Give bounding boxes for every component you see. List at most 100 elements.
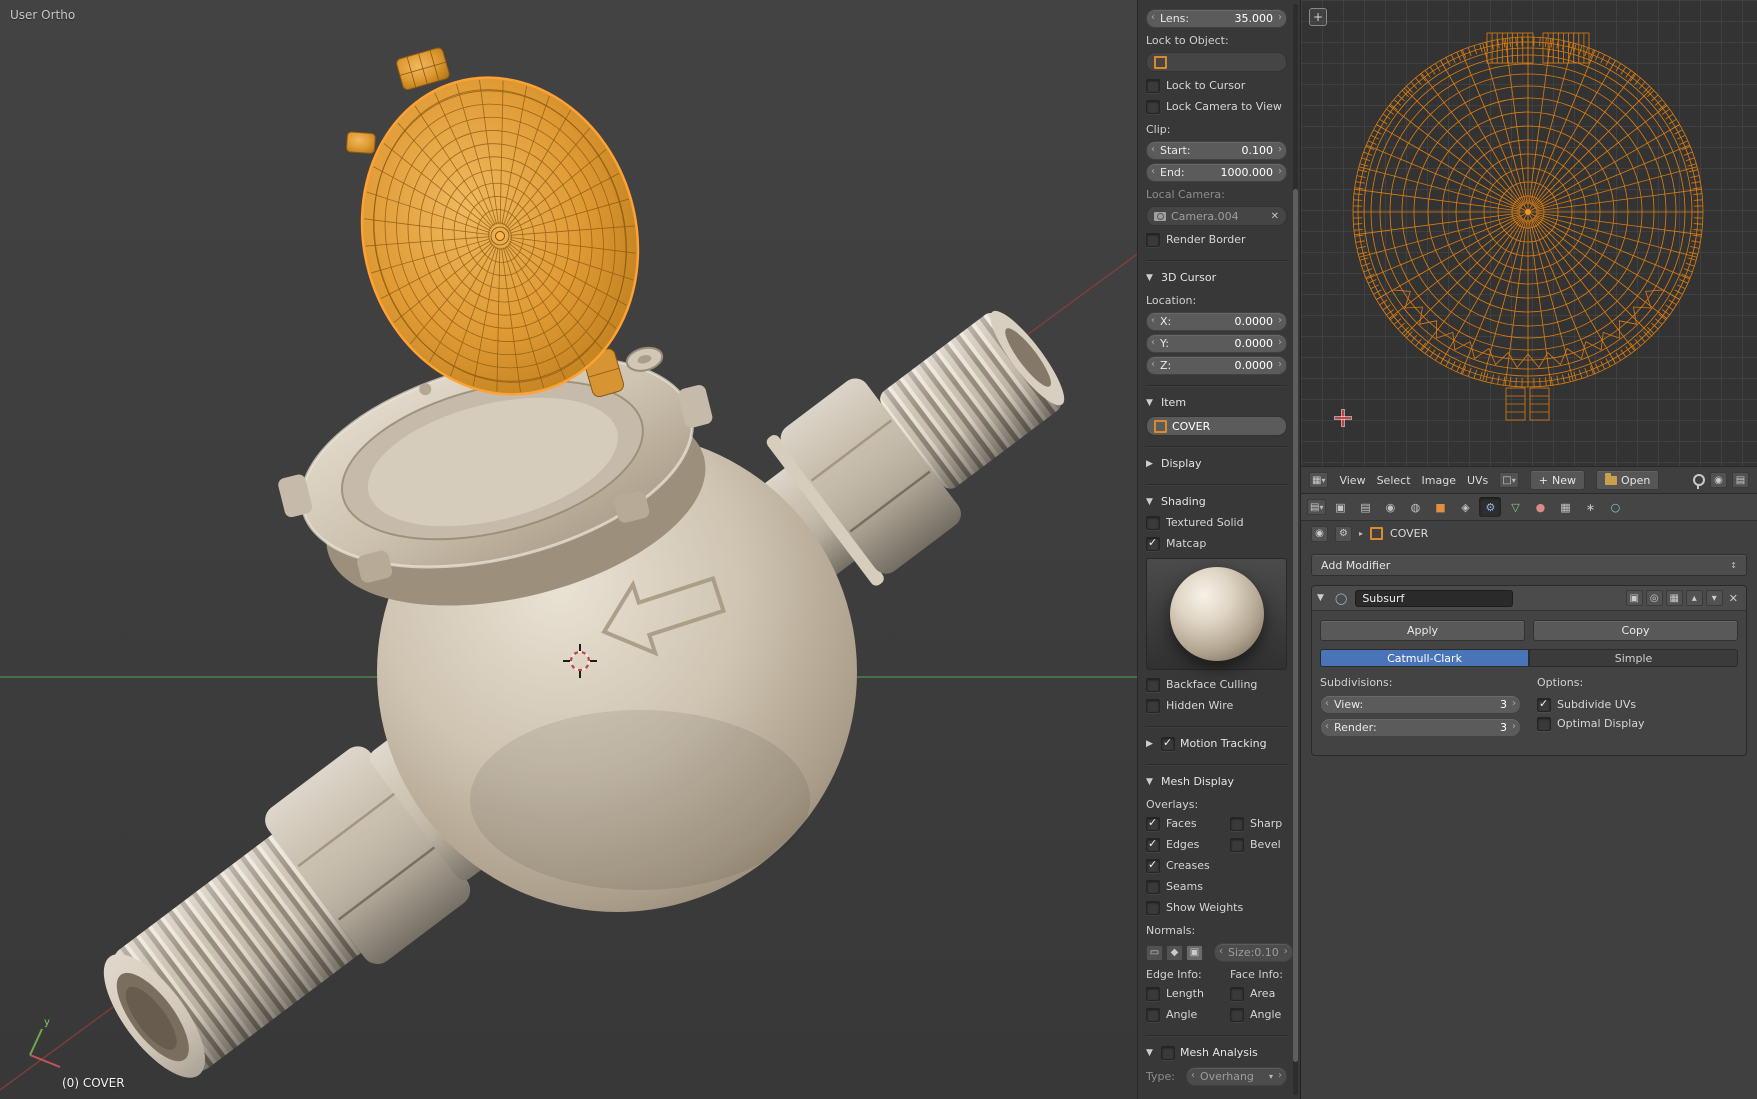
bevel-checkbox[interactable]: Bevel — [1230, 834, 1287, 855]
modifier-header[interactable]: ▼ ◯ Subsurf ▣ ◎ ▦ ▴ ▾ ✕ — [1312, 586, 1746, 611]
menu-select[interactable]: Select — [1377, 474, 1411, 487]
checkbox-box[interactable] — [1146, 816, 1160, 831]
panel-header-3d-cursor[interactable]: ▼ 3D Cursor — [1146, 267, 1287, 288]
tab-object-data[interactable]: ▽ — [1504, 497, 1526, 517]
checkbox-box[interactable] — [1146, 99, 1160, 114]
vertex-normals-toggle[interactable]: ▭ — [1146, 944, 1163, 961]
apply-button[interactable]: Apply — [1320, 620, 1525, 641]
checkbox-box[interactable] — [1146, 858, 1160, 873]
breadcrumb-pin-icon[interactable]: ◉ — [1311, 525, 1328, 542]
seams-checkbox[interactable]: Seams — [1146, 876, 1287, 897]
cursor-x-field[interactable]: X: 0.0000 — [1146, 312, 1287, 331]
modifier-viewport-toggle[interactable]: ◎ — [1645, 590, 1663, 606]
uv-2d-cursor[interactable] — [1335, 410, 1351, 426]
checkbox-box[interactable] — [1146, 515, 1160, 530]
face-angle-checkbox[interactable]: Angle — [1230, 1004, 1287, 1025]
panel-header-mesh-analysis[interactable]: ▼ Mesh Analysis — [1146, 1042, 1287, 1063]
loose-normals-toggle[interactable]: ◆ — [1166, 944, 1183, 961]
lock-object-field[interactable] — [1146, 52, 1287, 72]
edges-checkbox[interactable]: Edges — [1146, 834, 1230, 855]
normals-size-field[interactable]: Size: 0.10 — [1214, 943, 1293, 962]
scrollbar-thumb[interactable] — [1293, 189, 1298, 1063]
checkbox-box[interactable] — [1146, 900, 1160, 915]
subdiv-render-field[interactable]: Render: 3 — [1320, 718, 1521, 737]
move-modifier-up-button[interactable]: ▴ — [1685, 590, 1703, 606]
water-meter-model[interactable] — [73, 8, 1097, 1099]
face-normals-toggle[interactable]: ▣ — [1186, 944, 1203, 961]
faces-checkbox[interactable]: Faces — [1146, 813, 1230, 834]
subdivide-uvs-checkbox[interactable]: Subdivide UVs — [1537, 695, 1738, 714]
panel-header-item[interactable]: ▼ Item — [1146, 392, 1287, 413]
motion-tracking-checkbox[interactable] — [1161, 736, 1175, 751]
matcap-checkbox[interactable]: Matcap — [1146, 533, 1287, 554]
uv-image-editor[interactable]: + ▦ ▾ View Select Image UVs □ ▾ + New Op… — [1300, 0, 1757, 493]
edge-length-checkbox[interactable]: Length — [1146, 983, 1230, 1004]
tab-object[interactable]: ■ — [1429, 497, 1451, 517]
checkbox-box[interactable] — [1230, 816, 1244, 831]
new-image-button[interactable]: + New — [1529, 470, 1585, 490]
simple-button[interactable]: Simple — [1529, 649, 1738, 667]
modifier-name-field[interactable]: Subsurf — [1355, 589, 1514, 607]
menu-view[interactable]: View — [1339, 474, 1365, 487]
checkbox-box[interactable] — [1146, 879, 1160, 894]
matcap-preview[interactable] — [1146, 558, 1287, 670]
subdiv-view-field[interactable]: View: 3 — [1320, 695, 1521, 714]
tab-world[interactable]: ◍ — [1404, 497, 1426, 517]
checkbox-box[interactable] — [1537, 716, 1551, 731]
checkbox-box[interactable] — [1230, 1007, 1244, 1022]
checkbox-box[interactable] — [1146, 698, 1160, 713]
tab-modifiers[interactable]: ⚙ — [1479, 497, 1502, 517]
region-expand-icon[interactable]: + — [1309, 8, 1327, 26]
local-camera-field[interactable]: Camera.004 ✕ — [1146, 206, 1287, 226]
panel-open-icon[interactable]: ▼ — [1317, 593, 1327, 603]
hidden-wire-checkbox[interactable]: Hidden Wire — [1146, 695, 1287, 716]
checkbox-box[interactable] — [1230, 986, 1244, 1001]
checkbox-box[interactable] — [1230, 837, 1244, 852]
lock-camera-checkbox[interactable]: Lock Camera to View — [1146, 96, 1287, 117]
checkbox-box[interactable] — [1146, 78, 1160, 93]
checkbox-box[interactable] — [1146, 232, 1160, 247]
editor-type-button[interactable]: ▦ ▾ — [1309, 472, 1329, 488]
modifier-render-toggle[interactable]: ▣ — [1625, 590, 1643, 606]
tab-render[interactable]: ▣ — [1329, 497, 1351, 517]
sharp-checkbox[interactable]: Sharp — [1230, 813, 1287, 834]
3d-viewport[interactable]: User Ortho (0) COVER y — [0, 0, 1300, 1099]
modifier-editmode-toggle[interactable]: ▦ — [1665, 590, 1683, 606]
tab-particles[interactable]: ∗ — [1579, 497, 1601, 517]
uv-draw-other-icon[interactable]: ▤ — [1732, 472, 1749, 488]
panel-header-display[interactable]: ▶ Display — [1146, 453, 1287, 474]
uv-canvas[interactable]: + — [1301, 0, 1757, 466]
cursor-y-field[interactable]: Y: 0.0000 — [1146, 334, 1287, 353]
tab-render-layers[interactable]: ▤ — [1354, 497, 1376, 517]
move-modifier-down-button[interactable]: ▾ — [1705, 590, 1723, 606]
optimal-display-checkbox[interactable]: Optimal Display — [1537, 714, 1738, 733]
clip-end-field[interactable]: End: 1000.000 — [1146, 163, 1287, 182]
menu-image[interactable]: Image — [1422, 474, 1456, 487]
pin-icon[interactable] — [1693, 474, 1705, 489]
lens-field[interactable]: Lens: 35.000 — [1146, 9, 1287, 28]
catmull-clark-button[interactable]: Catmull-Clark — [1320, 649, 1529, 667]
breadcrumb-context-icon[interactable]: ⚙ — [1335, 525, 1352, 542]
clip-start-field[interactable]: Start: 0.100 — [1146, 141, 1287, 160]
tab-material[interactable]: ● — [1529, 497, 1551, 517]
editor-type-button[interactable]: ▤ ▾ — [1307, 499, 1327, 515]
mesh-analysis-checkbox[interactable] — [1161, 1045, 1175, 1060]
checkbox-box[interactable] — [1146, 536, 1160, 551]
panel-header-motion-tracking[interactable]: ▶ Motion Tracking — [1146, 733, 1287, 754]
face-area-checkbox[interactable]: Area — [1230, 983, 1287, 1004]
menu-uvs[interactable]: UVs — [1467, 474, 1488, 487]
edge-angle-checkbox[interactable]: Angle — [1146, 1004, 1230, 1025]
creases-checkbox[interactable]: Creases — [1146, 855, 1287, 876]
clear-camera-icon[interactable]: ✕ — [1271, 211, 1279, 222]
checkbox-box[interactable] — [1146, 837, 1160, 852]
textured-solid-checkbox[interactable]: Textured Solid — [1146, 512, 1287, 533]
tab-physics[interactable]: ○ — [1604, 497, 1626, 517]
show-weights-checkbox[interactable]: Show Weights — [1146, 897, 1287, 918]
delete-modifier-icon[interactable]: ✕ — [1726, 592, 1741, 605]
npanel-scrollbar[interactable] — [1293, 4, 1298, 1095]
checkbox-box[interactable] — [1146, 986, 1160, 1001]
cursor-z-field[interactable]: Z: 0.0000 — [1146, 356, 1287, 375]
item-name-field[interactable]: COVER — [1146, 416, 1287, 436]
checkbox-box[interactable] — [1146, 677, 1160, 692]
open-image-button[interactable]: Open — [1595, 470, 1660, 490]
